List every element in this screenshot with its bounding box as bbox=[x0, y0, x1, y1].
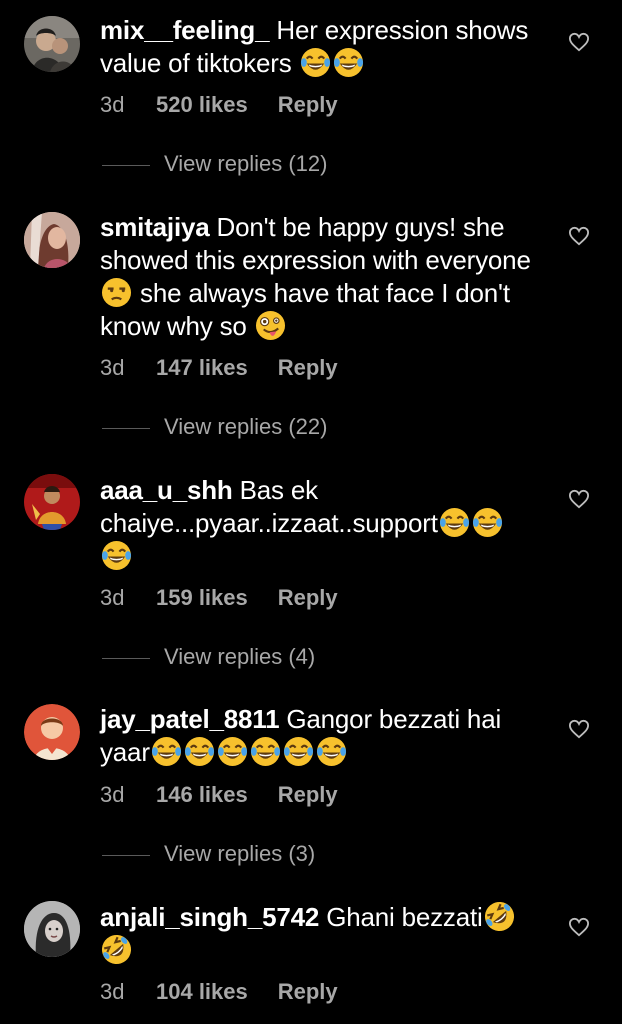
user-avatar[interactable] bbox=[24, 212, 80, 268]
replies-divider bbox=[102, 164, 150, 166]
laughing-tears-emoji bbox=[472, 507, 503, 538]
comment-meta: 3d 104 likes Reply bbox=[100, 978, 338, 1006]
comment-text: mix__feeling_ Her expression shows value… bbox=[100, 14, 550, 80]
laughing-tears-emoji bbox=[316, 736, 347, 767]
replies-divider bbox=[102, 427, 150, 429]
laughing-tears-emoji bbox=[439, 507, 470, 538]
view-replies-label: View replies (3) bbox=[164, 841, 316, 866]
zany-face-emoji bbox=[255, 310, 286, 341]
comment-meta: 3d 146 likes Reply bbox=[100, 781, 338, 809]
comment-body-continued: she always have that face I don't know w… bbox=[100, 278, 510, 341]
view-replies-button[interactable]: View replies (22) bbox=[102, 413, 327, 441]
view-replies-button[interactable]: View replies (4) bbox=[102, 643, 315, 671]
comment-username[interactable]: smitajiya bbox=[100, 212, 210, 242]
comment-username[interactable]: jay_patel_8811 bbox=[100, 704, 280, 734]
comment-body: Ghani bezzati bbox=[319, 902, 483, 932]
comment-time: 3d bbox=[100, 355, 125, 380]
user-avatar[interactable] bbox=[24, 901, 80, 957]
reply-button[interactable]: Reply bbox=[278, 585, 338, 610]
comment-username[interactable]: aaa_u_shh bbox=[100, 475, 233, 505]
like-heart-icon[interactable] bbox=[568, 32, 590, 52]
like-heart-icon[interactable] bbox=[568, 489, 590, 509]
view-replies-button[interactable]: View replies (12) bbox=[102, 150, 327, 178]
view-replies-button[interactable]: View replies (3) bbox=[102, 840, 315, 868]
comment-time: 3d bbox=[100, 585, 125, 610]
comment-text: jay_patel_8811 Gangor bezzati hai yaar bbox=[100, 703, 550, 769]
replies-divider bbox=[102, 854, 150, 856]
comment-likes[interactable]: 520 likes bbox=[156, 91, 248, 119]
laughing-tears-emoji bbox=[151, 736, 182, 767]
laughing-tears-emoji bbox=[300, 47, 331, 78]
comment-meta: 3d 520 likes Reply bbox=[100, 91, 338, 119]
reply-button[interactable]: Reply bbox=[278, 979, 338, 1004]
laughing-tears-emoji bbox=[283, 736, 314, 767]
like-heart-icon[interactable] bbox=[568, 719, 590, 739]
laughing-tears-emoji bbox=[101, 540, 132, 571]
view-replies-label: View replies (12) bbox=[164, 151, 328, 176]
user-avatar[interactable] bbox=[24, 474, 80, 530]
comment-meta: 3d 147 likes Reply bbox=[100, 354, 338, 382]
comment-text: aaa_u_shh Bas ek chaiye...pyaar..izzaat.… bbox=[100, 474, 550, 573]
replies-divider bbox=[102, 657, 150, 659]
comment-likes[interactable]: 104 likes bbox=[156, 978, 248, 1006]
reply-button[interactable]: Reply bbox=[278, 355, 338, 380]
rolling-laughing-emoji bbox=[484, 901, 515, 932]
comment-username[interactable]: mix__feeling_ bbox=[100, 15, 270, 45]
like-heart-icon[interactable] bbox=[568, 917, 590, 937]
comment-likes[interactable]: 146 likes bbox=[156, 781, 248, 809]
comment-likes[interactable]: 147 likes bbox=[156, 354, 248, 382]
view-replies-label: View replies (4) bbox=[164, 644, 316, 669]
laughing-tears-emoji bbox=[250, 736, 281, 767]
view-replies-label: View replies (22) bbox=[164, 414, 328, 439]
comment-time: 3d bbox=[100, 782, 125, 807]
unamused-emoji bbox=[101, 277, 132, 308]
comment-time: 3d bbox=[100, 979, 125, 1004]
laughing-tears-emoji bbox=[333, 47, 364, 78]
user-avatar[interactable] bbox=[24, 704, 80, 760]
comment-username[interactable]: anjali_singh_5742 bbox=[100, 902, 319, 932]
comment-meta: 3d 159 likes Reply bbox=[100, 584, 338, 612]
like-heart-icon[interactable] bbox=[568, 226, 590, 246]
laughing-tears-emoji bbox=[184, 736, 215, 767]
comment-text: smitajiya Don't be happy guys! she showe… bbox=[100, 211, 550, 343]
comment-text: anjali_singh_5742 Ghani bezzati bbox=[100, 901, 550, 967]
rolling-laughing-emoji bbox=[101, 934, 132, 965]
reply-button[interactable]: Reply bbox=[278, 92, 338, 117]
laughing-tears-emoji bbox=[217, 736, 248, 767]
reply-button[interactable]: Reply bbox=[278, 782, 338, 807]
comment-likes[interactable]: 159 likes bbox=[156, 584, 248, 612]
comment-time: 3d bbox=[100, 92, 125, 117]
user-avatar[interactable] bbox=[24, 16, 80, 72]
